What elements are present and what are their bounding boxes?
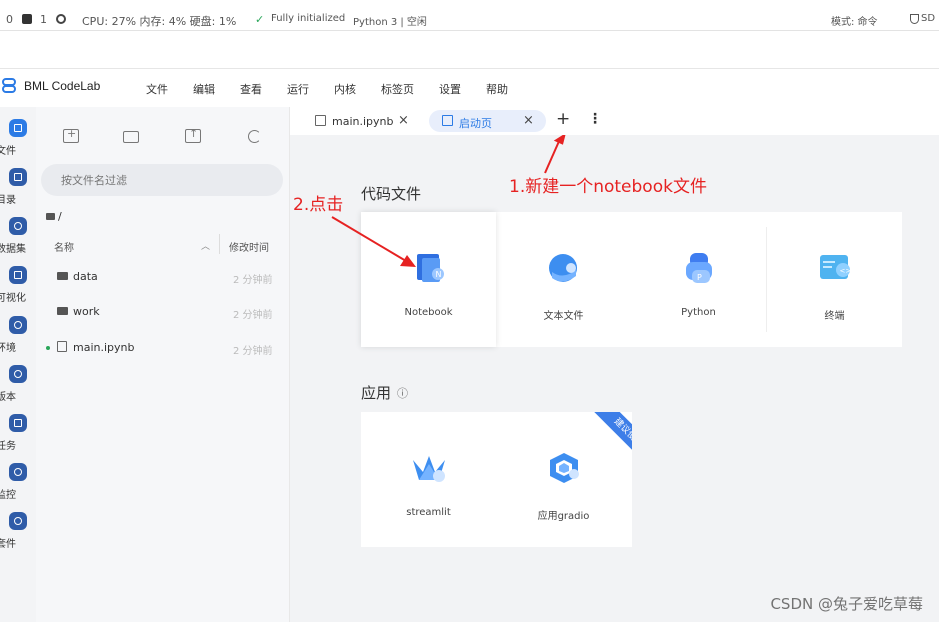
menu-kernel[interactable]: 内核 [334, 81, 356, 97]
sort-chevron-icon[interactable]: ︿ [201, 239, 210, 252]
arrow-to-add-tab [544, 138, 561, 174]
activity-rail: 文件 目录 数据集 可视化 环境 版本 任务 监控 套件 [0, 107, 36, 622]
init-status: Fully initialized [271, 13, 346, 24]
tab-label: main.ipynb [332, 115, 394, 128]
file-name: main.ipynb [73, 341, 135, 354]
file-row[interactable]: main.ipynb 2 分钟前 [36, 333, 290, 363]
toc-icon [9, 168, 27, 186]
check-icon: ✓ [255, 13, 265, 26]
rail-label: 环境 [0, 343, 16, 354]
rail-item-toc[interactable]: 目录 [0, 168, 36, 206]
close-icon[interactable]: × [398, 113, 409, 128]
notebook-icon [57, 341, 67, 352]
file-name: work [73, 305, 100, 318]
arrowhead [553, 135, 566, 145]
cpu-icon [56, 13, 66, 26]
sd-status: SD [921, 13, 936, 24]
close-icon[interactable]: × [523, 113, 534, 128]
column-name[interactable]: 名称 [54, 239, 74, 254]
file-filter-input[interactable] [41, 164, 283, 196]
rail-label: 任务 [0, 441, 16, 452]
folder-icon [9, 119, 27, 137]
app-header: BML CodeLab 文件 编辑 查看 运行 内核 标签页 设置 帮助 [0, 69, 939, 107]
status-bar: 0 1 CPU: 27% 内存: 4% 硬盘: 1% ✓ Fully initi… [0, 0, 939, 31]
monitor-icon [9, 463, 27, 481]
rail-label: 套件 [0, 539, 16, 550]
launcher-panel: 代码文件 N Notebook 文本文件 P Python <> 终端 应用 ⓘ… [290, 135, 939, 622]
menu-file[interactable]: 文件 [146, 81, 168, 97]
rail-item-dataset[interactable]: 数据集 [0, 217, 36, 255]
rail-label: 版本 [0, 392, 16, 403]
menu-tabs[interactable]: 标签页 [381, 81, 414, 97]
rail-label: 监控 [0, 490, 16, 501]
app-logo: BML CodeLab [2, 78, 100, 94]
new-launcher-icon[interactable] [63, 127, 79, 143]
menu-run[interactable]: 运行 [287, 81, 309, 97]
file-time: 2 分钟前 [233, 275, 273, 286]
logo-icon [2, 78, 18, 94]
tab-bar: main.ipynb × 启动页 × + ⋮ [290, 107, 939, 135]
file-time: 2 分钟前 [233, 310, 273, 321]
more-icon[interactable]: ⋮ [588, 111, 602, 127]
folder-icon [57, 272, 68, 280]
tab-launcher[interactable]: 启动页 × [429, 110, 546, 132]
annotation-arrows [331, 135, 566, 267]
app-title: BML CodeLab [24, 79, 101, 93]
terminal-icon [22, 13, 32, 26]
rail-item-files[interactable]: 文件 [0, 119, 36, 157]
shield-icon [910, 13, 919, 26]
file-row[interactable]: data 2 分钟前 [36, 262, 290, 292]
annotation-step1: 1.新建一个notebook文件 [509, 177, 707, 197]
rail-item-env[interactable]: 环境 [0, 316, 36, 354]
version-icon [9, 365, 27, 383]
status-zero: 0 [6, 13, 13, 26]
add-tab-button[interactable]: + [556, 109, 570, 129]
column-divider [219, 234, 220, 254]
file-time: 2 分钟前 [233, 346, 273, 357]
refresh-icon[interactable] [248, 130, 261, 143]
rail-label: 目录 [0, 195, 16, 206]
rail-item-version[interactable]: 版本 [0, 365, 36, 403]
upload-icon[interactable] [185, 127, 201, 143]
dataset-icon [9, 217, 27, 235]
new-folder-icon[interactable] [123, 131, 139, 143]
file-name: data [73, 270, 98, 283]
notebook-icon [315, 115, 326, 126]
file-browser: / 名称 ︿ 修改时间 data 2 分钟前 work 2 分钟前 main.i… [36, 107, 290, 622]
rail-item-visual[interactable]: 可视化 [0, 266, 36, 304]
kernel-status[interactable]: Python 3 | 空闲 [353, 13, 427, 28]
launcher-icon [442, 115, 453, 126]
rail-item-monitor[interactable]: 监控 [0, 463, 36, 501]
file-row[interactable]: work 2 分钟前 [36, 297, 290, 327]
rail-label: 可视化 [0, 293, 26, 304]
running-indicator [46, 346, 50, 350]
tab-label: 启动页 [459, 117, 492, 130]
menu-settings[interactable]: 设置 [439, 81, 461, 97]
annotation-step2: 2.点击 [293, 195, 344, 215]
chart-icon [9, 266, 27, 284]
menu-view[interactable]: 查看 [240, 81, 262, 97]
rail-label: 文件 [0, 146, 16, 157]
breadcrumb-root: / [58, 210, 62, 223]
arrow-to-notebook [331, 216, 407, 262]
environment-icon [9, 316, 27, 334]
rail-item-suite[interactable]: 套件 [0, 512, 36, 550]
status-one: 1 [40, 13, 47, 26]
menu-help[interactable]: 帮助 [486, 81, 508, 97]
folder-icon [57, 307, 68, 315]
mode-status: 模式: 命令 [831, 17, 878, 28]
rail-item-task[interactable]: 任务 [0, 414, 36, 452]
watermark: CSDN @兔子爱吃草莓 [770, 595, 923, 613]
menu-edit[interactable]: 编辑 [193, 81, 215, 97]
column-modified[interactable]: 修改时间 [229, 239, 269, 254]
rail-label: 数据集 [0, 244, 26, 255]
resource-usage: CPU: 27% 内存: 4% 硬盘: 1% [82, 15, 237, 28]
breadcrumb[interactable]: / [46, 210, 62, 223]
arrowhead [400, 255, 416, 267]
suite-icon [9, 512, 27, 530]
folder-icon [46, 213, 55, 220]
tab-main-ipynb[interactable]: main.ipynb × [290, 110, 415, 132]
task-icon [9, 414, 27, 432]
